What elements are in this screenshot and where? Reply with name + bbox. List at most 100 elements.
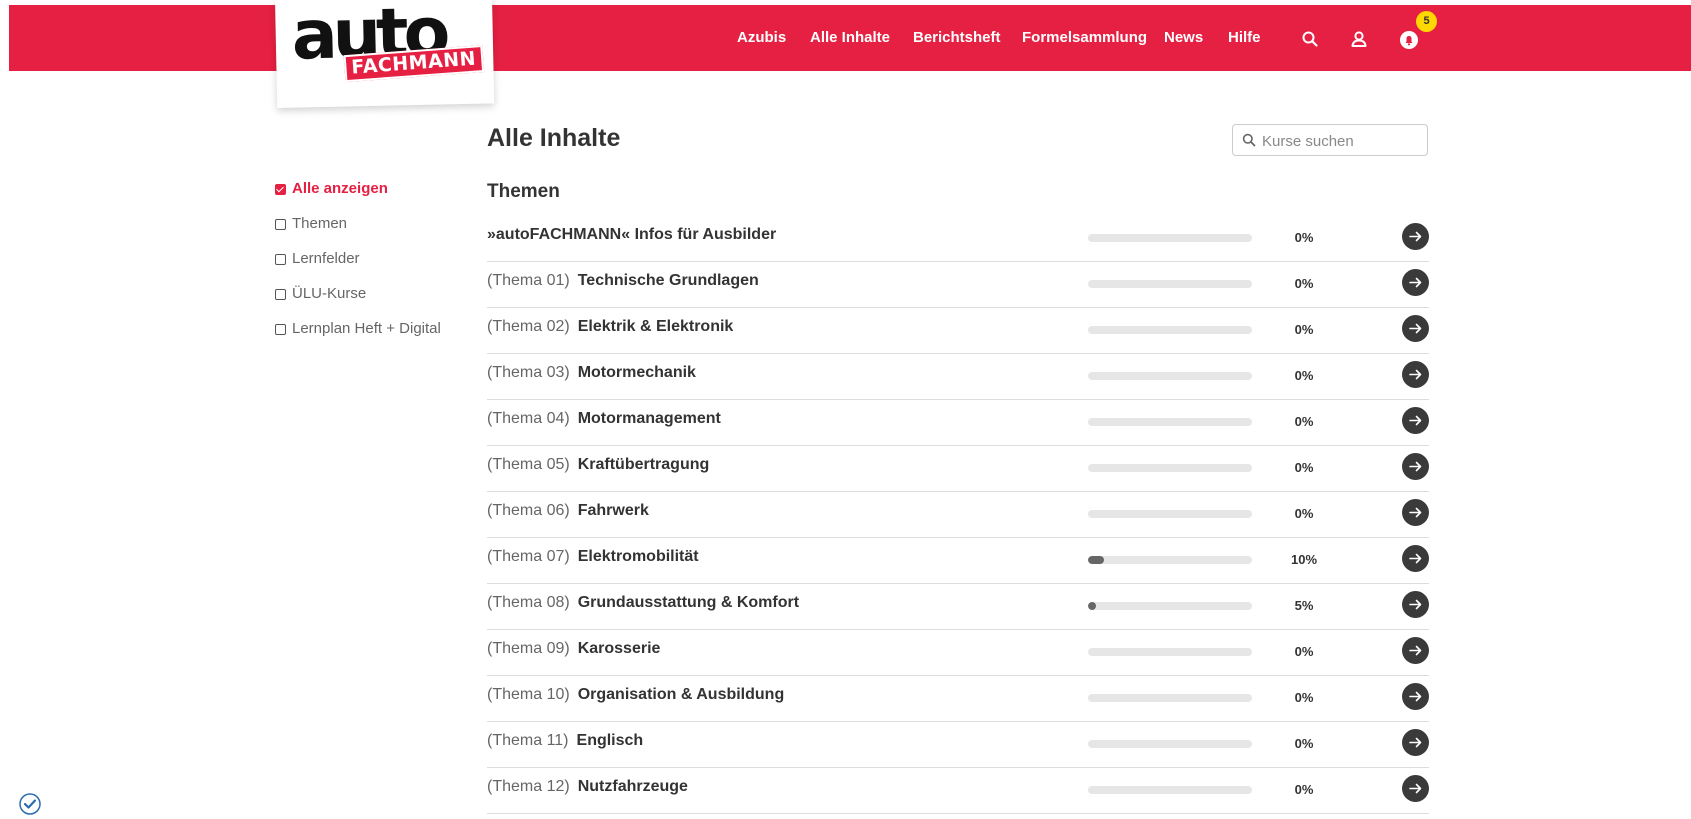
course-row[interactable]: (Thema 03) Motormechanik 0% xyxy=(487,354,1429,400)
progress-percent: 0% xyxy=(1294,506,1314,521)
progress-bar xyxy=(1088,326,1252,334)
course-title[interactable]: (Thema 11) Englisch xyxy=(487,732,643,750)
course-title[interactable]: (Thema 06) Fahrwerk xyxy=(487,502,649,520)
search-input[interactable] xyxy=(1260,127,1424,155)
progress-percent: 0% xyxy=(1294,230,1314,245)
course-title[interactable]: (Thema 12) Nutzfahrzeuge xyxy=(487,778,688,796)
course-title[interactable]: (Thema 04) Motormanagement xyxy=(487,410,721,428)
course-number: (Thema 10) xyxy=(487,686,570,703)
arrow-right-icon[interactable] xyxy=(1402,453,1429,480)
course-number: (Thema 07) xyxy=(487,548,570,565)
course-row[interactable]: (Thema 09) Karosserie 0% xyxy=(487,630,1429,676)
arrow-right-icon[interactable] xyxy=(1402,591,1429,618)
cookie-consent-icon[interactable] xyxy=(19,793,41,815)
nav-formelsammlung[interactable]: Formelsammlung xyxy=(1022,29,1147,46)
arrow-right-icon[interactable] xyxy=(1402,223,1429,250)
course-title[interactable]: (Thema 10) Organisation & Ausbildung xyxy=(487,686,784,704)
course-row[interactable]: (Thema 07) Elektromobilität 10% xyxy=(487,538,1429,584)
course-title[interactable]: (Thema 09) Karosserie xyxy=(487,640,660,658)
course-name: Nutzfahrzeuge xyxy=(577,778,688,795)
progress-percent: 0% xyxy=(1294,782,1314,797)
progress-percent: 0% xyxy=(1294,690,1314,705)
user-icon[interactable] xyxy=(1350,30,1370,50)
arrow-right-icon[interactable] xyxy=(1402,315,1429,342)
checkbox-checked-icon[interactable] xyxy=(275,184,286,195)
course-row[interactable]: (Thema 04) Motormanagement 0% xyxy=(487,400,1429,446)
logo[interactable]: auto FACHMANN xyxy=(275,0,495,108)
nav-alle-inhalte[interactable]: Alle Inhalte xyxy=(810,29,890,46)
course-title[interactable]: (Thema 05) Kraftübertragung xyxy=(487,456,709,474)
progress-bar xyxy=(1088,648,1252,656)
course-name: Technische Grundlagen xyxy=(577,272,759,289)
course-name: Grundausstattung & Komfort xyxy=(577,594,800,611)
course-row[interactable]: (Thema 05) Kraftübertragung 0% xyxy=(487,446,1429,492)
progress-percent: 0% xyxy=(1294,322,1314,337)
progress-percent: 10% xyxy=(1290,552,1318,567)
course-number: (Thema 06) xyxy=(487,502,570,519)
nav-berichtsheft[interactable]: Berichtsheft xyxy=(913,29,1001,46)
progress-bar xyxy=(1088,694,1252,702)
arrow-right-icon[interactable] xyxy=(1402,499,1429,526)
course-name: Fahrwerk xyxy=(577,502,649,519)
course-number: (Thema 02) xyxy=(487,318,570,335)
filter-label: Alle anzeigen xyxy=(292,180,388,197)
notification-bell-icon[interactable] xyxy=(1399,30,1419,50)
progress-fill xyxy=(1088,602,1097,610)
search-icon[interactable] xyxy=(1301,30,1321,50)
course-name: Kraftübertragung xyxy=(577,456,710,473)
arrow-right-icon[interactable] xyxy=(1402,683,1429,710)
course-row[interactable]: (Thema 12) Nutzfahrzeuge 0% xyxy=(487,768,1429,814)
checkbox-icon[interactable] xyxy=(275,219,286,230)
course-title[interactable]: (Thema 03) Motormechanik xyxy=(487,364,696,382)
progress-bar xyxy=(1088,418,1252,426)
arrow-right-icon[interactable] xyxy=(1402,775,1429,802)
course-number: (Thema 11) xyxy=(487,732,569,749)
filter-label: ÜLU-Kurse xyxy=(292,285,367,302)
course-title[interactable]: (Thema 08) Grundausstattung & Komfort xyxy=(487,594,799,612)
course-row[interactable]: (Thema 11) Englisch 0% xyxy=(487,722,1429,768)
course-title[interactable]: »autoFACHMANN« Infos für Ausbilder xyxy=(487,226,776,244)
progress-bar xyxy=(1088,602,1252,610)
course-number: (Thema 05) xyxy=(487,456,570,473)
course-name: Englisch xyxy=(576,732,644,749)
nav-hilfe[interactable]: Hilfe xyxy=(1228,29,1261,46)
course-name: Motormechanik xyxy=(577,364,696,381)
course-list: »autoFACHMANN« Infos für Ausbilder 0% (The… xyxy=(487,216,1429,814)
course-row[interactable]: (Thema 02) Elektrik & Elektronik 0% xyxy=(487,308,1429,354)
progress-percent: 5% xyxy=(1294,598,1314,613)
progress-percent: 0% xyxy=(1294,460,1314,475)
progress-percent: 0% xyxy=(1294,644,1314,659)
nav-azubis[interactable]: Azubis xyxy=(737,29,786,46)
nav-news[interactable]: News xyxy=(1164,29,1203,46)
course-row[interactable]: (Thema 01) Technische Grundlagen 0% xyxy=(487,262,1429,308)
course-row[interactable]: (Thema 08) Grundausstattung & Komfort 5% xyxy=(487,584,1429,630)
section-title: Themen xyxy=(487,181,560,202)
course-row[interactable]: (Thema 10) Organisation & Ausbildung 0% xyxy=(487,676,1429,722)
progress-percent: 0% xyxy=(1294,276,1314,291)
progress-bar xyxy=(1088,510,1252,518)
course-row[interactable]: »autoFACHMANN« Infos für Ausbilder 0% xyxy=(487,216,1429,262)
course-number: (Thema 01) xyxy=(487,272,570,289)
arrow-right-icon[interactable] xyxy=(1402,361,1429,388)
arrow-right-icon[interactable] xyxy=(1402,637,1429,664)
course-row[interactable]: (Thema 06) Fahrwerk 0% xyxy=(487,492,1429,538)
course-title[interactable]: (Thema 01) Technische Grundlagen xyxy=(487,272,759,290)
course-name: Organisation & Ausbildung xyxy=(577,686,785,703)
arrow-right-icon[interactable] xyxy=(1402,729,1429,756)
course-title[interactable]: (Thema 02) Elektrik & Elektronik xyxy=(487,318,733,336)
course-number: (Thema 08) xyxy=(487,594,570,611)
notification-count-badge: 5 xyxy=(1416,11,1437,32)
arrow-right-icon[interactable] xyxy=(1402,269,1429,296)
progress-bar xyxy=(1088,464,1252,472)
arrow-right-icon[interactable] xyxy=(1402,407,1429,434)
checkbox-icon[interactable] xyxy=(275,324,286,335)
progress-percent: 0% xyxy=(1294,368,1314,383)
course-title[interactable]: (Thema 07) Elektromobilität xyxy=(487,548,699,566)
course-name: Elektromobilität xyxy=(577,548,699,565)
checkbox-icon[interactable] xyxy=(275,289,286,300)
arrow-right-icon[interactable] xyxy=(1402,545,1429,572)
checkbox-icon[interactable] xyxy=(275,254,286,265)
course-name: »autoFACHMANN« Infos für Ausbilder xyxy=(487,226,777,243)
progress-bar xyxy=(1088,234,1252,242)
progress-bar xyxy=(1088,280,1252,288)
